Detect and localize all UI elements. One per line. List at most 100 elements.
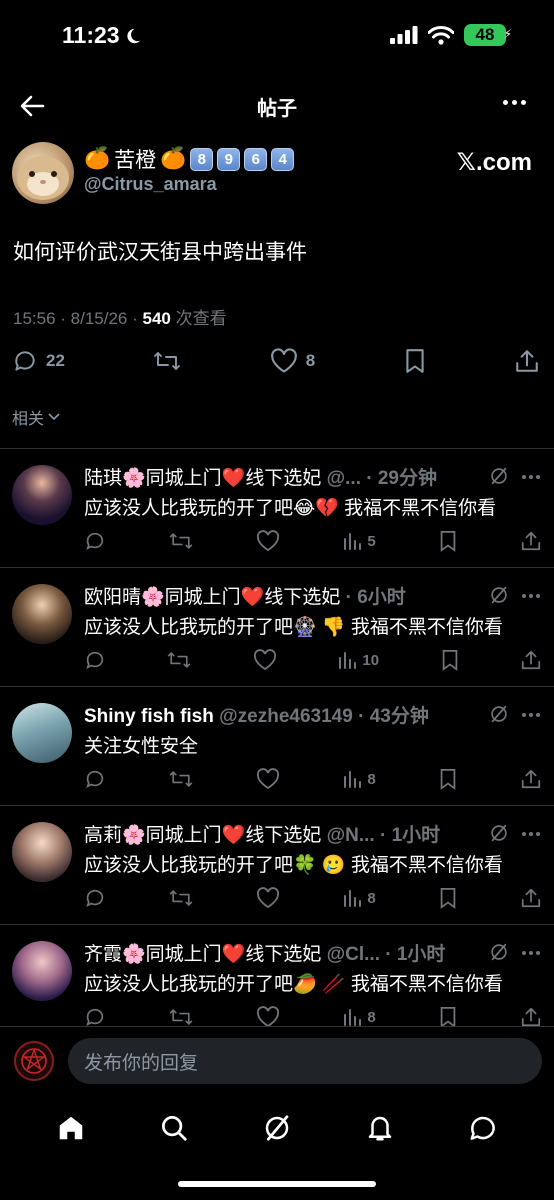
status-time-text: 11:23 — [62, 22, 120, 48]
repost-icon[interactable] — [168, 1006, 194, 1028]
views-button[interactable]: 5 — [342, 531, 376, 551]
reply-avatar[interactable] — [12, 703, 72, 763]
post-meta: 15:56 · 8/15/26 · 540 次查看 — [13, 304, 227, 329]
bookmark-icon[interactable] — [438, 1006, 458, 1028]
reply-input[interactable]: 发布你的回复 — [68, 1038, 542, 1084]
home-icon[interactable] — [56, 1113, 86, 1143]
reply-author-name[interactable]: 陆琪🌸同城上门❤️线下选妃 — [84, 468, 321, 489]
reply-icon[interactable] — [84, 649, 106, 671]
reply-row[interactable]: Shiny fish fish @zezhe463149 · 43分钟 关注女性… — [0, 686, 554, 805]
reply-icon[interactable] — [84, 768, 106, 790]
repost-icon — [154, 352, 181, 370]
reply-time: · 43分钟 — [352, 706, 429, 727]
heart-icon[interactable] — [253, 649, 277, 671]
reply-more-button[interactable] — [522, 832, 540, 836]
repost-icon[interactable] — [168, 530, 194, 552]
views-button[interactable]: 8 — [342, 1007, 376, 1027]
heart-icon[interactable] — [256, 1006, 280, 1028]
reply-avatar[interactable] — [12, 465, 72, 525]
heart-icon[interactable] — [256, 530, 280, 552]
reply-row[interactable]: 高莉🌸同城上门❤️线下选妃 @N... · 1小时 应该没人比我玩的开了吧🍀 🥲… — [0, 805, 554, 924]
reply-more-button[interactable] — [522, 475, 540, 479]
reply-avatar[interactable] — [12, 822, 72, 882]
grok-icon[interactable] — [488, 584, 510, 606]
grok-icon[interactable] — [488, 941, 510, 963]
messages-icon[interactable] — [468, 1113, 498, 1143]
like-count: 8 — [305, 351, 316, 370]
orange-emoji-right: 🍊 — [160, 147, 187, 170]
my-avatar[interactable] — [14, 1041, 54, 1081]
reply-button[interactable]: 22 — [12, 348, 65, 374]
reply-more-button[interactable] — [522, 594, 540, 598]
pentagram-icon — [21, 1047, 47, 1074]
views-button[interactable]: 8 — [342, 888, 376, 908]
search-icon[interactable] — [159, 1113, 189, 1143]
charging-icon: ⚡ — [503, 27, 512, 41]
reply-view-count: 8 — [367, 1008, 376, 1026]
author-name[interactable]: 🍊 苦橙 🍊 8 9 6 4 — [84, 144, 295, 174]
battery-indicator: 48 ⚡ — [464, 24, 512, 46]
reply-count: 22 — [46, 351, 65, 370]
repost-icon[interactable] — [166, 649, 192, 671]
reply-icon[interactable] — [84, 530, 106, 552]
author-handle[interactable]: @Citrus_amara — [84, 174, 217, 195]
keycap-digit: 8 — [190, 147, 214, 171]
bookmark-icon[interactable] — [438, 887, 458, 909]
cellular-signal-icon — [390, 26, 418, 44]
repost-icon[interactable] — [168, 768, 194, 790]
bookmark-icon[interactable] — [440, 649, 460, 671]
reply-more-button[interactable] — [522, 951, 540, 955]
grok-icon[interactable] — [488, 703, 510, 725]
keycap-digit: 4 — [271, 147, 295, 171]
bookmark-icon[interactable] — [438, 530, 458, 552]
reply-author-name[interactable]: 齐霞🌸同城上门❤️线下选妃 — [84, 944, 321, 965]
reply-time: · 29分钟 — [360, 468, 438, 489]
heart-icon[interactable] — [256, 887, 280, 909]
analytics-icon — [344, 1009, 362, 1026]
reply-avatar[interactable] — [12, 584, 72, 644]
reply-icon[interactable] — [84, 887, 106, 909]
reply-icon[interactable] — [84, 1006, 106, 1028]
bookmark-button[interactable] — [403, 348, 427, 374]
like-button[interactable]: 8 — [270, 348, 315, 374]
reply-author-name[interactable]: 高莉🌸同城上门❤️线下选妃 — [84, 825, 321, 846]
chevron-down-icon — [48, 413, 60, 421]
reply-header: 齐霞🌸同城上门❤️线下选妃 @Cl... · 1小时 — [84, 939, 510, 966]
reply-author-handle: @zezhe463149 — [213, 706, 353, 727]
reply-text: 应该没人比我玩的开了吧🍀 🥲 我福不黑不信你看 — [84, 855, 503, 876]
bookmark-icon — [405, 349, 424, 373]
related-toggle[interactable]: 相关 — [12, 405, 60, 429]
views-button[interactable]: 10 — [337, 650, 379, 670]
repost-icon[interactable] — [168, 887, 194, 909]
reply-icon — [15, 351, 35, 371]
share-icon[interactable] — [520, 530, 542, 552]
share-icon[interactable] — [520, 768, 542, 790]
reply-text: 应该没人比我玩的开了吧🎡 👎 我福不黑不信你看 — [84, 617, 503, 638]
reply-author-name[interactable]: Shiny fish fish — [84, 706, 214, 727]
more-options-button[interactable] — [503, 100, 526, 105]
grok-icon[interactable] — [262, 1113, 292, 1143]
share-icon[interactable] — [520, 1006, 542, 1028]
reply-time: · 6小时 — [340, 587, 406, 608]
notifications-icon[interactable] — [365, 1113, 395, 1143]
share-button[interactable] — [514, 348, 540, 374]
bookmark-icon[interactable] — [438, 768, 458, 790]
share-icon[interactable] — [520, 649, 542, 671]
repost-button[interactable] — [152, 348, 182, 374]
reply-more-button[interactable] — [522, 713, 540, 717]
heart-icon[interactable] — [256, 768, 280, 790]
share-icon[interactable] — [520, 887, 542, 909]
orange-emoji-left: 🍊 — [84, 147, 111, 170]
author-avatar[interactable] — [12, 142, 74, 204]
wifi-icon — [428, 25, 454, 45]
reply-row[interactable]: 欧阳晴🌸同城上门❤️线下选妃 · 6小时 应该没人比我玩的开了吧🎡 👎 我福不黑… — [0, 567, 554, 686]
reply-row[interactable]: 陆琪🌸同城上门❤️线下选妃 @... · 29分钟 应该没人比我玩的开了吧😂💔 … — [0, 448, 554, 567]
grok-icon[interactable] — [488, 465, 510, 487]
reply-author-name[interactable]: 欧阳晴🌸同城上门❤️线下选妃 — [84, 587, 340, 608]
reply-action-bar: 8 — [84, 767, 542, 791]
reply-avatar[interactable] — [12, 941, 72, 1001]
keycap-digit: 9 — [217, 147, 241, 171]
reply-view-count: 10 — [362, 651, 380, 669]
views-button[interactable]: 8 — [342, 769, 376, 789]
grok-icon[interactable] — [488, 822, 510, 844]
